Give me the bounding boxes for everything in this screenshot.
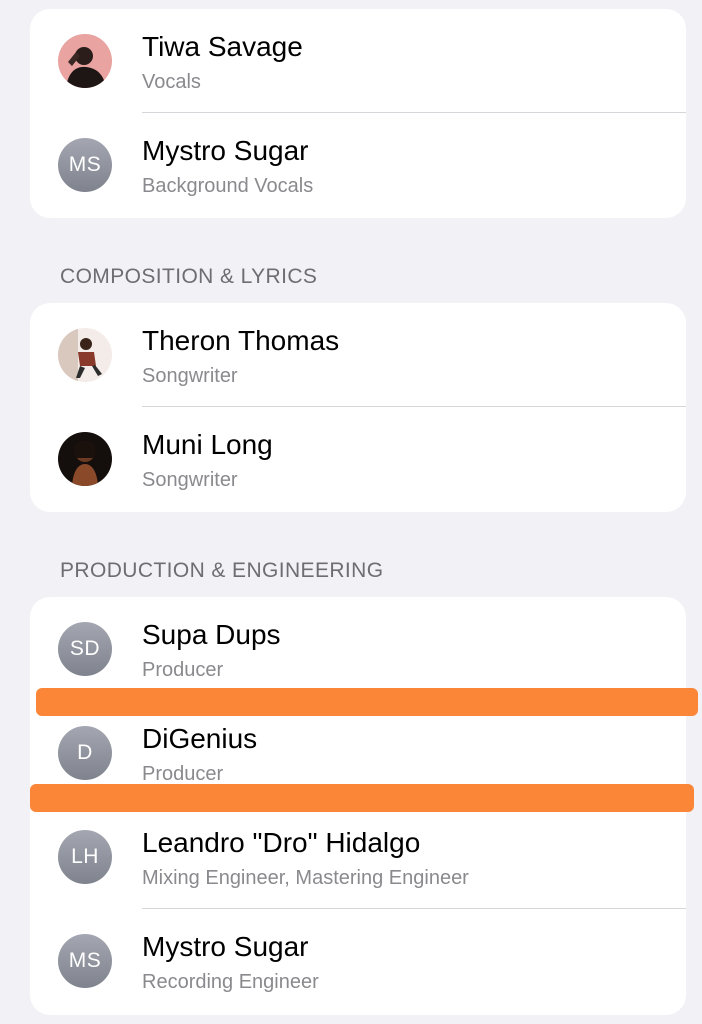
orange-marker-stroke [30,784,694,812]
avatar [58,432,112,486]
avatar: SD [58,622,112,676]
section-header-composition: COMPOSITION & LYRICS [60,265,318,288]
credits-card-performers: Tiwa Savage Vocals MS Mystro Sugar Backg… [30,9,686,218]
credit-role: Songwriter [142,469,238,491]
credit-role: Mixing Engineer, Mastering Engineer [142,867,469,889]
credit-name: DiGenius [142,723,258,754]
credit-role: Background Vocals [142,175,314,197]
credit-role: Songwriter [142,365,238,387]
credit-row[interactable]: MS Mystro Sugar Recording Engineer [30,909,686,1013]
person-photo-icon [58,432,112,486]
credits-card-composition: Theron Thomas Songwriter Muni Long Songw… [30,303,686,512]
avatar [58,34,112,88]
section-header-production: PRODUCTION & ENGINEERING [60,559,384,582]
credit-row[interactable]: SD Supa Dups Producer [30,597,686,701]
credit-row[interactable]: Theron Thomas Songwriter [30,303,686,407]
credit-role: Producer [142,659,224,681]
person-photo-icon [58,34,112,88]
credit-name: Leandro "Dro" Hidalgo [142,827,421,858]
credit-role: Recording Engineer [142,971,319,993]
credit-name: Mystro Sugar [142,135,309,166]
credit-role: Vocals [142,71,201,93]
credit-row[interactable]: MS Mystro Sugar Background Vocals [30,113,686,217]
credit-row[interactable]: Muni Long Songwriter [30,407,686,511]
credit-row[interactable]: LH Leandro "Dro" Hidalgo Mixing Engineer… [30,805,686,909]
orange-marker-stroke [36,688,698,716]
avatar: LH [58,830,112,884]
credit-name: Mystro Sugar [142,931,309,962]
credit-name: Tiwa Savage [142,31,303,62]
avatar: D [58,726,112,780]
person-photo-icon [58,328,112,382]
avatar [58,328,112,382]
avatar: MS [58,138,112,192]
avatar: MS [58,934,112,988]
credit-name: Theron Thomas [142,325,340,356]
credit-name: Supa Dups [142,619,281,650]
credit-row[interactable]: Tiwa Savage Vocals [30,9,686,113]
credit-name: Muni Long [142,429,273,460]
credit-role: Producer [142,763,224,785]
